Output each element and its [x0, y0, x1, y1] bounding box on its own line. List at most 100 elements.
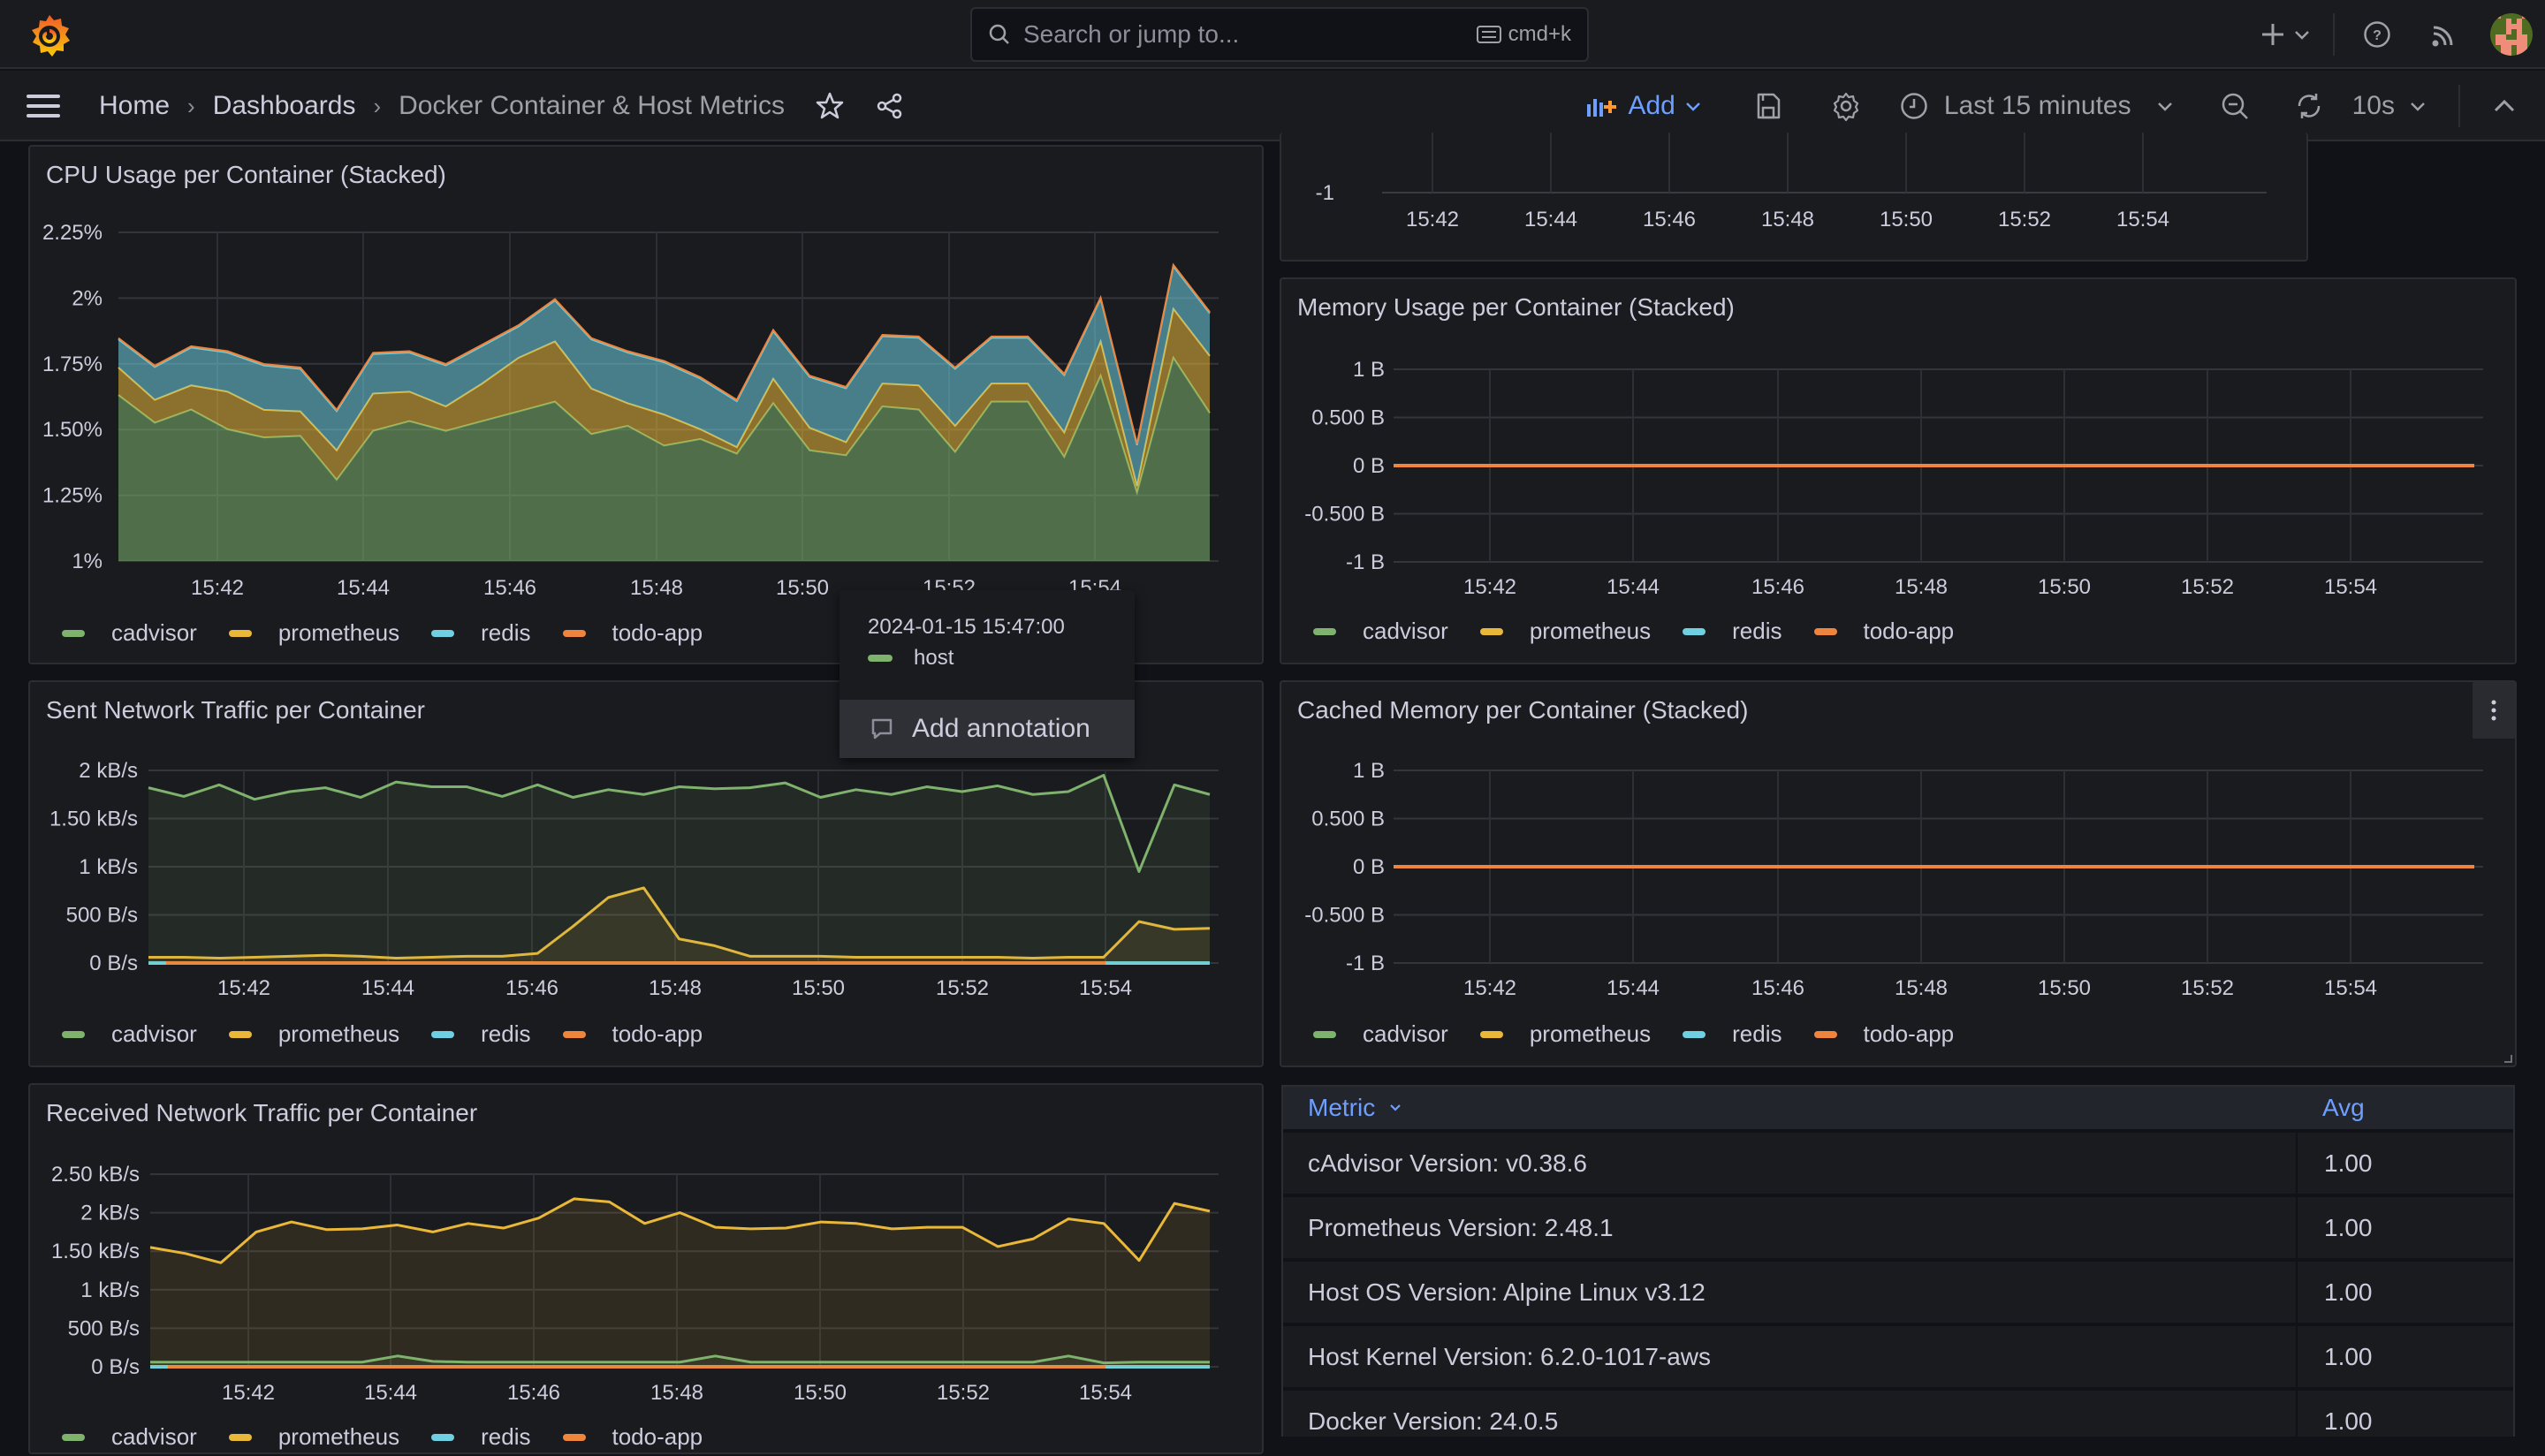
breadcrumb-dashboards[interactable]: Dashboards: [213, 91, 356, 121]
share-icon[interactable]: [875, 91, 905, 121]
y-tick-label: 2.50 kB/s: [51, 1163, 140, 1187]
panel-partial-top: -1 15:42 15:44 15:46 15:48 15:50 15:52 15:54: [1280, 133, 2308, 262]
x-tick-label: 15:44: [337, 576, 390, 600]
x-tick-label: 15:42: [191, 576, 244, 600]
add-panel-icon: [1587, 99, 1617, 117]
legend-item-todo-app[interactable]: todo-app: [562, 619, 703, 647]
y-tick-label: -1: [1316, 181, 1334, 205]
resize-handle-icon[interactable]: [2503, 1053, 2513, 1064]
hover-tooltip: 2024-01-15 15:47:00 host Add annotation: [839, 590, 1135, 758]
add-button[interactable]: Add: [1585, 91, 1701, 121]
legend-item-todo-app[interactable]: todo-app: [562, 1423, 703, 1451]
news-button[interactable]: [2428, 21, 2460, 48]
legend-item-prometheus[interactable]: prometheus: [228, 619, 399, 647]
y-tick-label: 1 kB/s: [80, 1278, 140, 1302]
legend-item-redis[interactable]: redis: [431, 1020, 531, 1048]
legend: cadvisor prometheus redis todo-app: [1313, 618, 1986, 645]
column-header-avg[interactable]: Avg: [2322, 1094, 2513, 1122]
x-tick-label: 15:46: [1643, 208, 1696, 231]
legend-label: redis: [1732, 618, 1782, 644]
zoom-out-icon[interactable]: [2220, 91, 2250, 121]
y-tick-label: 0.500 B: [1311, 406, 1385, 430]
tooltip-series: host: [868, 646, 953, 671]
series-name: host: [914, 646, 954, 670]
x-tick-label: 15:46: [483, 576, 536, 600]
user-avatar[interactable]: [2490, 13, 2533, 56]
legend-swatch: [1313, 1030, 1336, 1038]
legend-item-cadvisor[interactable]: cadvisor: [62, 619, 197, 647]
panel-received-network: Received Network Traffic per Container 0…: [28, 1083, 1264, 1454]
legend-item-cadvisor[interactable]: cadvisor: [1313, 1020, 1448, 1048]
legend-label: prometheus: [277, 1423, 400, 1450]
legend-item-redis[interactable]: redis: [1683, 1020, 1782, 1048]
settings-icon[interactable]: [1831, 91, 1861, 121]
save-icon[interactable]: [1755, 92, 1782, 120]
collapse-icon[interactable]: [2492, 97, 2517, 115]
x-tick-label: 15:54: [2324, 976, 2377, 1000]
y-tick-label: 1 kB/s: [79, 855, 138, 879]
help-button[interactable]: ?: [2361, 20, 2393, 49]
legend-label: redis: [481, 619, 531, 646]
y-tick-label: 500 B/s: [66, 904, 138, 928]
x-tick-label: 15:48: [650, 1381, 703, 1405]
time-range-picker[interactable]: Last 15 minutes: [1900, 91, 2174, 121]
legend-item-todo-app[interactable]: todo-app: [1813, 618, 1955, 645]
cpu-chart[interactable]: 1% 1.25% 1.50% 1.75% 2% 2.25% 15:42 15:44 15:46 1…: [30, 147, 1265, 666]
svg-text:?: ?: [2373, 28, 2382, 43]
new-button[interactable]: [2250, 13, 2321, 56]
x-tick-label: 15:46: [505, 976, 558, 1000]
x-tick-label: 15:50: [794, 1381, 847, 1405]
legend-item-todo-app[interactable]: todo-app: [1813, 1020, 1954, 1048]
legend-item-redis[interactable]: redis: [431, 619, 531, 647]
cached-memory-chart[interactable]: -1 B -0.500 B 0 B 0.500 B 1 B 15:42 15:44 15:46…: [1281, 682, 2518, 1069]
legend-item-redis[interactable]: redis: [431, 1423, 531, 1451]
legend-swatch: [431, 1433, 455, 1441]
x-tick-label: 15:46: [1751, 976, 1804, 1000]
legend-label: todo-app: [1863, 618, 1955, 644]
table-row: Prometheus Version: 2.48.1 1.00: [1283, 1197, 2513, 1262]
column-header-metric[interactable]: Metric: [1283, 1094, 2322, 1122]
shortcut-label: cmd+k: [1508, 22, 1571, 46]
add-annotation-button[interactable]: Add annotation: [839, 700, 1135, 758]
panel-cpu-usage: CPU Usage per Container (Stacked) 1% 1.25…: [28, 145, 1264, 664]
legend-item-cadvisor[interactable]: cadvisor: [62, 1423, 197, 1451]
top-bar: Search or jump to... cmd+k ?: [0, 0, 2545, 69]
x-tick-label: 15:50: [776, 576, 829, 600]
received-network-chart[interactable]: 0 B/s 500 B/s 1 kB/s 1.50 kB/s 2 kB/s 2.50 kB…: [30, 1085, 1265, 1456]
refresh-interval-label: 10s: [2351, 91, 2395, 120]
legend-item-prometheus[interactable]: prometheus: [228, 1020, 399, 1048]
x-tick-label: 15:48: [630, 576, 683, 600]
rss-icon: [2432, 26, 2453, 47]
legend-swatch: [1479, 1030, 1503, 1038]
y-tick-label: 1.50 kB/s: [49, 808, 138, 831]
legend-item-cadvisor[interactable]: cadvisor: [62, 1020, 197, 1048]
partial-chart: -1 15:42 15:44 15:46 15:48 15:50 15:52 15:54: [1316, 133, 2267, 231]
legend-label: cadvisor: [1363, 1020, 1448, 1047]
divider: [2333, 13, 2335, 56]
metric-cell: Prometheus Version: 2.48.1: [1283, 1197, 2298, 1258]
legend-item-prometheus[interactable]: prometheus: [228, 1423, 400, 1451]
refresh-icon[interactable]: [2294, 91, 2324, 121]
menu-icon[interactable]: [27, 93, 62, 119]
legend-item-redis[interactable]: redis: [1683, 618, 1782, 645]
panel-memory-usage: Memory Usage per Container (Stacked) -1 …: [1280, 277, 2517, 664]
search-input[interactable]: Search or jump to... cmd+k: [970, 7, 1589, 62]
y-tick-label: 1.50%: [42, 418, 103, 442]
x-tick-label: 15:44: [1607, 976, 1660, 1000]
x-tick-label: 15:46: [507, 1381, 560, 1405]
x-tick-label: 15:46: [1751, 575, 1804, 599]
grafana-logo[interactable]: [27, 12, 72, 58]
legend-item-todo-app[interactable]: todo-app: [562, 1020, 703, 1048]
memory-chart[interactable]: -1 B -0.500 B 0 B 0.500 B 1 B 15:42 15:44 15:46…: [1281, 279, 2518, 666]
legend-swatch: [431, 1030, 455, 1038]
star-icon[interactable]: [815, 91, 845, 121]
legend-swatch: [1683, 1030, 1706, 1038]
chevron-down-icon: [2411, 102, 2425, 111]
refresh-interval-picker[interactable]: 10s: [2352, 91, 2427, 121]
breadcrumb-home[interactable]: Home: [99, 91, 170, 121]
legend-item-prometheus[interactable]: prometheus: [1479, 1020, 1651, 1048]
legend-item-prometheus[interactable]: prometheus: [1479, 618, 1651, 645]
x-tick-label: 15:42: [1463, 976, 1516, 1000]
legend-item-cadvisor[interactable]: cadvisor: [1313, 618, 1448, 645]
avg-cell: 1.00: [2324, 1149, 2373, 1177]
